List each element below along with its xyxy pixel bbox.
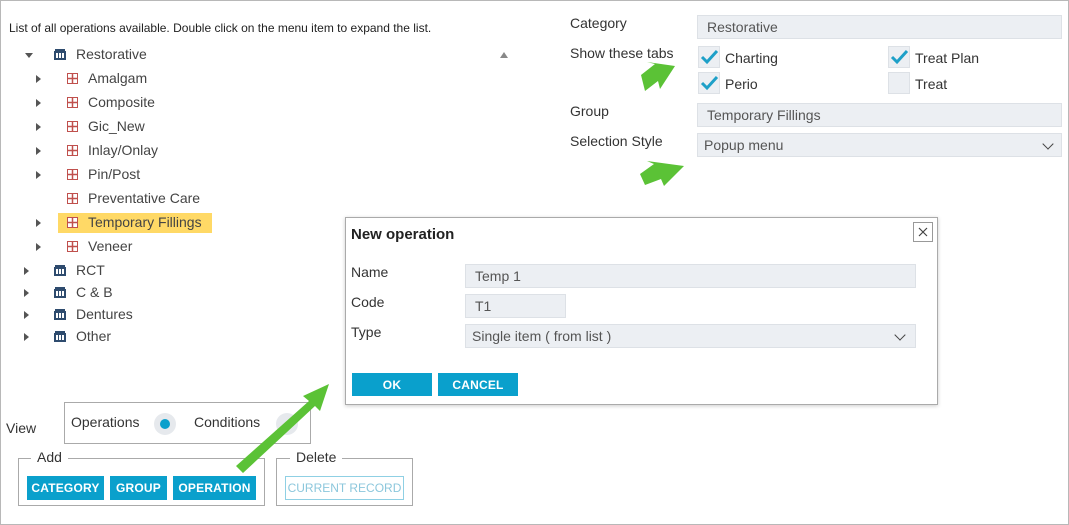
arrow-icon bbox=[640, 161, 684, 186]
arrow-icon bbox=[236, 384, 329, 473]
arrow-icon bbox=[641, 62, 675, 91]
annotation-arrows bbox=[236, 62, 684, 473]
